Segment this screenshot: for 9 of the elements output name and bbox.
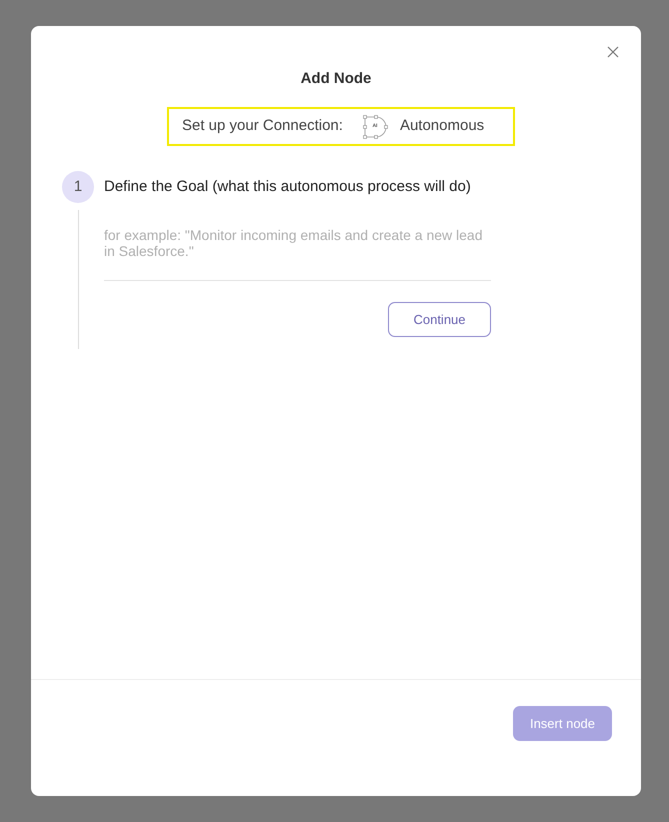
node-shape-icon: [362, 114, 390, 140]
dialog-title: Add Node: [300, 69, 372, 89]
step-number: 1: [62, 171, 94, 203]
step-title: Define the Goal (what this autonomous process will do): [104, 177, 472, 197]
goal-input[interactable]: for example: "Monitor incoming emails and create a new lead in Salesforce.": [104, 225, 491, 281]
continue-button[interactable]: Continue: [388, 302, 491, 337]
connection-label: Set up your Connection:: [182, 116, 343, 136]
connection-type: Autonomous: [400, 116, 484, 136]
close-icon: [607, 46, 619, 58]
